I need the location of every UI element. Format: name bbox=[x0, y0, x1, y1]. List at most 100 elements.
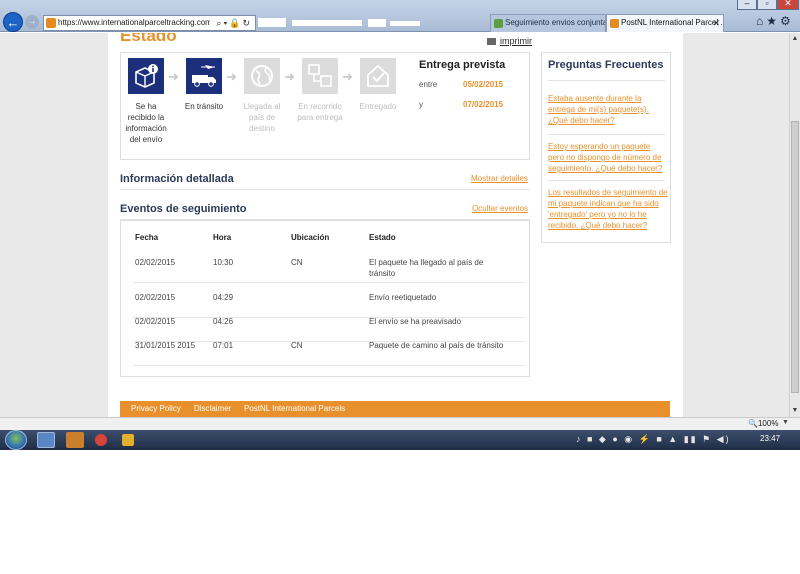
event-date: 02/02/2015 bbox=[135, 258, 176, 267]
divider bbox=[548, 180, 665, 181]
divider bbox=[548, 134, 665, 135]
taskbar-app-icon[interactable] bbox=[122, 434, 134, 446]
step-label: En recorrido para entrega bbox=[297, 102, 343, 122]
favorites-star-icon[interactable]: ★ bbox=[766, 14, 780, 28]
tab-label: PostNL International Parcel ... bbox=[621, 18, 724, 27]
faq-link-not-received[interactable]: Los resultados de seguimiento de mi paqu… bbox=[548, 187, 668, 231]
redacted-region bbox=[258, 17, 423, 28]
faq-link-absent[interactable]: Estaba ausente durante la entrega de mi(… bbox=[548, 93, 668, 126]
truck-plane-icon bbox=[186, 58, 222, 94]
window-maximize-button[interactable]: ▫ bbox=[757, 0, 777, 10]
events-section-title: Eventos de seguimiento bbox=[120, 203, 247, 215]
show-details-link[interactable]: Mostrar detalles bbox=[471, 174, 528, 183]
event-time: 04:29 bbox=[213, 293, 234, 302]
faq-link-no-tracking[interactable]: Estoy esperando un paquete pero no dispo… bbox=[548, 141, 668, 174]
toolbar-icons[interactable]: ⌂★⚙ bbox=[756, 14, 794, 28]
row-divider bbox=[133, 365, 525, 366]
site-favicon-icon bbox=[46, 18, 56, 28]
event-status: Paquete de camino al país de tránsito bbox=[369, 341, 504, 350]
browser-chrome: – ▫ ✕ ← → https://www.internationalparce… bbox=[0, 0, 800, 32]
step-label: Se ha recibido la información del envío bbox=[125, 102, 167, 144]
step-delivered: Entregado bbox=[353, 58, 403, 112]
printer-icon bbox=[487, 38, 496, 46]
tab-favicon-icon bbox=[494, 19, 503, 28]
window-minimize-button[interactable]: – bbox=[737, 0, 757, 10]
event-time: 04:26 bbox=[213, 317, 234, 326]
step-label: Entregado bbox=[359, 102, 397, 111]
column-header-time: Hora bbox=[213, 233, 232, 242]
delivery-to-date: 07/02/2015 bbox=[463, 100, 504, 109]
column-header-date: Fecha bbox=[135, 233, 159, 242]
step-received: Se ha recibido la información del envío bbox=[121, 58, 171, 145]
info-section-title: Información detallada bbox=[120, 173, 234, 185]
event-status: Envío reetiquetado bbox=[369, 293, 437, 302]
system-tray-icons[interactable]: ♪ ■ ◆ ● ◉ ⚡ ■ ▲ ▮▮ ⚑ ◀) bbox=[576, 434, 731, 445]
page-viewport: Estado imprimir Se ha recibido la inform… bbox=[0, 33, 789, 417]
forward-button[interactable]: → bbox=[25, 15, 39, 29]
tab-label: Seguimiento envios conjunta ... bbox=[505, 18, 606, 27]
event-location: CN bbox=[291, 258, 303, 267]
globe-icon bbox=[244, 58, 280, 94]
divider bbox=[120, 189, 530, 190]
column-header-status: Estado bbox=[369, 233, 396, 242]
settings-gear-icon[interactable]: ⚙ bbox=[780, 14, 794, 28]
event-time: 10:30 bbox=[213, 258, 234, 267]
delivery-from-label: entre bbox=[419, 80, 438, 89]
event-date: 02/02/2015 bbox=[135, 317, 176, 326]
zoom-level[interactable]: 🔍100% bbox=[748, 419, 778, 428]
print-link[interactable]: imprimir bbox=[487, 36, 532, 46]
step-arrow-icon: ➜ bbox=[342, 69, 353, 84]
step-arrow-icon: ➜ bbox=[168, 69, 179, 84]
delivery-to-label: y bbox=[419, 100, 423, 109]
window-close-button[interactable]: ✕ bbox=[777, 0, 799, 10]
row-divider bbox=[133, 317, 525, 318]
address-url[interactable]: https://www.internationalparceltracking.… bbox=[58, 16, 210, 30]
event-time: 07:01 bbox=[213, 341, 234, 350]
divider bbox=[548, 80, 665, 81]
browser-status-bar: 🔍100% ▼ bbox=[0, 417, 800, 430]
footer-link-privacy[interactable]: Privacy Policy bbox=[131, 404, 181, 413]
tab-close-icon[interactable]: ✕ bbox=[712, 15, 720, 31]
step-label: Llegada al país de destino bbox=[243, 102, 281, 133]
step-arrived-country: Llegada al país de destino bbox=[237, 58, 287, 134]
delivery-from-date: 05/02/2015 bbox=[463, 80, 504, 89]
taskbar-chrome-icon[interactable] bbox=[95, 434, 107, 446]
tab-postnl[interactable]: PostNL International Parcel ... ✕ bbox=[606, 14, 724, 32]
event-date: 31/01/2015 2015 bbox=[135, 341, 196, 350]
row-divider bbox=[133, 282, 525, 283]
taskbar-media-icon[interactable] bbox=[66, 432, 84, 448]
zoom-dropdown-icon[interactable]: ▼ bbox=[782, 419, 789, 426]
step-out-for-delivery: En recorrido para entrega bbox=[295, 58, 345, 123]
taskbar-clock[interactable]: 23:47 bbox=[760, 434, 780, 443]
home-icon[interactable]: ⌂ bbox=[756, 14, 766, 28]
taskbar-ie-icon[interactable] bbox=[37, 432, 55, 448]
page-title: Estado bbox=[120, 33, 177, 45]
footer-link-postnl[interactable]: PostNL International Parcels bbox=[244, 404, 345, 413]
step-arrow-icon: ➜ bbox=[226, 69, 237, 84]
step-label: En tránsito bbox=[184, 102, 224, 111]
address-bar-icons[interactable]: ⌕▾🔒↻ bbox=[216, 16, 252, 30]
hide-events-link[interactable]: Ocultar eventos bbox=[472, 204, 528, 213]
vertical-scrollbar[interactable]: ▲ ▼ bbox=[789, 33, 800, 417]
event-location: CN bbox=[291, 341, 303, 350]
package-info-icon bbox=[128, 58, 164, 94]
event-date: 02/02/2015 bbox=[135, 293, 176, 302]
column-header-location: Ubicación bbox=[291, 233, 330, 242]
faq-title: Preguntas Frecuentes bbox=[548, 59, 664, 71]
tab-seguimiento[interactable]: Seguimiento envios conjunta ... bbox=[490, 14, 606, 32]
back-button[interactable]: ← bbox=[3, 12, 23, 32]
windows-taskbar: ♪ ■ ◆ ● ◉ ⚡ ■ ▲ ▮▮ ⚑ ◀) 23:47 bbox=[0, 430, 800, 450]
event-status: El paquete ha llegado al país de tránsit… bbox=[369, 258, 484, 278]
delivery-route-icon bbox=[302, 58, 338, 94]
scroll-down-icon[interactable]: ▼ bbox=[790, 407, 800, 414]
house-check-icon bbox=[360, 58, 396, 94]
scroll-thumb[interactable] bbox=[791, 121, 799, 393]
delivery-title: Entrega prevista bbox=[419, 59, 506, 71]
footer-link-disclaimer[interactable]: Disclaimer bbox=[194, 404, 231, 413]
screen: – ▫ ✕ ← → https://www.internationalparce… bbox=[0, 0, 800, 450]
start-button[interactable] bbox=[5, 430, 27, 450]
address-bar[interactable]: https://www.internationalparceltracking.… bbox=[43, 15, 256, 31]
scroll-up-icon[interactable]: ▲ bbox=[790, 35, 800, 42]
event-status: El envío se ha preavisado bbox=[369, 317, 462, 326]
step-in-transit: En tránsito bbox=[179, 58, 229, 112]
